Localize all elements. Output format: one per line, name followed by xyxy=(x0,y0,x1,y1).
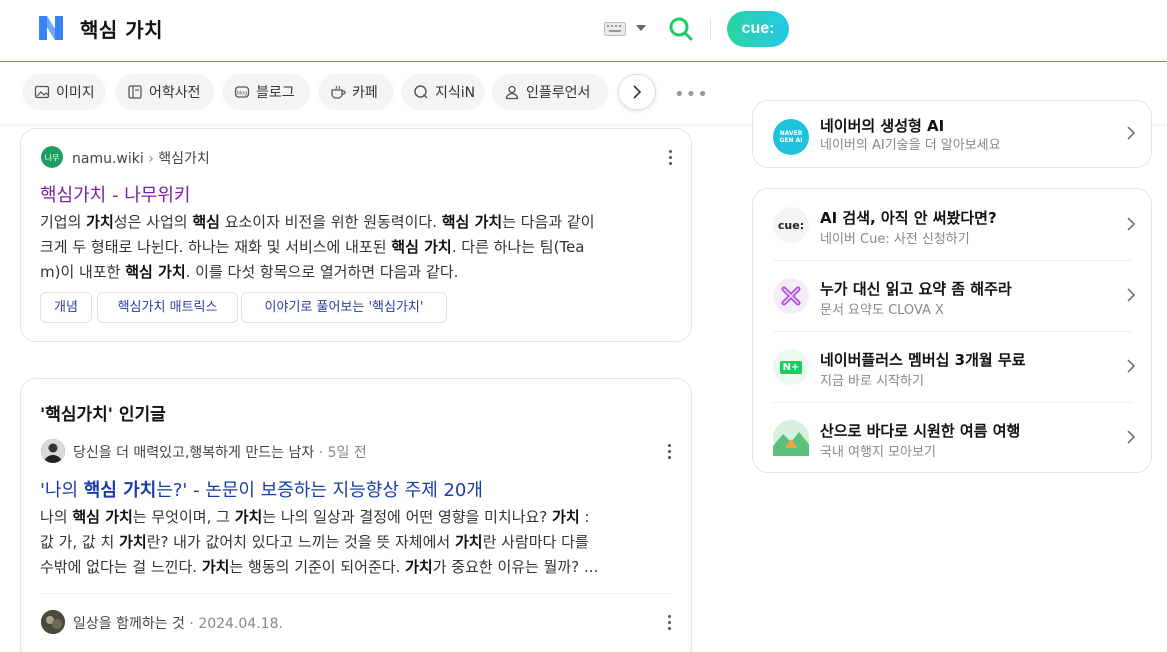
promo-card-list: cue: AI 검색, 아직 안 써봤다면? 네이버 Cue: 사전 신청하기 … xyxy=(752,188,1152,473)
tab-influencer[interactable]: 인플루언서 xyxy=(492,74,608,110)
tab-label: 지식iN xyxy=(435,85,476,101)
related-chip[interactable]: 개념 xyxy=(40,292,92,323)
avatar[interactable] xyxy=(41,439,65,463)
blog-icon: blog xyxy=(234,86,250,98)
post-time: 5일 전 xyxy=(327,445,367,461)
tabs-next-button[interactable] xyxy=(618,74,656,110)
camping-icon xyxy=(773,420,809,456)
post-meta: 당신을 더 매력있고,행복하게 만드는 남자 · 5일 전 xyxy=(73,445,367,461)
search-query[interactable]: 핵심 가치 xyxy=(80,14,163,43)
post-more-icon[interactable] xyxy=(668,615,672,631)
tab-label: 카페 xyxy=(352,85,378,101)
influencer-icon xyxy=(505,85,519,100)
title-suffix: - 나무위키 xyxy=(111,185,191,206)
tab-cafe[interactable]: 카페 xyxy=(318,74,394,110)
clova-x-icon xyxy=(773,278,809,314)
promo-item-genai[interactable]: NAVER GEN AI 네이버의 생성형 AI 네이버의 AI기술을 더 알아… xyxy=(753,101,1153,172)
kin-icon xyxy=(414,85,428,99)
chevron-right-icon xyxy=(1127,217,1136,231)
tab-image[interactable]: 이미지 xyxy=(22,74,106,110)
post-more-icon[interactable] xyxy=(668,444,672,460)
avatar[interactable] xyxy=(41,610,65,634)
author-avatar-icon xyxy=(41,610,65,634)
keyboard-icon[interactable] xyxy=(604,22,626,36)
post-meta: 일상을 함께하는 것 · 2024.04.18. xyxy=(73,616,283,632)
promo-item-cue[interactable]: cue: AI 검색, 아직 안 써봤다면? 네이버 Cue: 사전 신청하기 xyxy=(753,189,1153,260)
promo-item-clova[interactable]: 누가 대신 읽고 요약 좀 해주라 문서 요약도 CLOVA X xyxy=(753,260,1153,331)
source-breadcrumb: 핵심가치 xyxy=(158,151,210,167)
tab-dictionary[interactable]: 어학사전 xyxy=(115,74,214,110)
result-snippet: 기업의 가치성은 사업의 핵심 요소이자 비전을 위한 원동력이다. 핵심 가치… xyxy=(40,213,595,281)
svg-text:blog: blog xyxy=(237,91,248,97)
chevron-right-icon xyxy=(1127,126,1136,140)
post-title-link[interactable]: '나의 핵심 가치는?' - 논문이 보증하는 지능향상 주제 20개 xyxy=(40,476,483,502)
cafe-icon xyxy=(331,85,346,99)
promo-card-genai: NAVER GEN AI 네이버의 생성형 AI 네이버의 AI기술을 더 알아… xyxy=(752,100,1152,168)
post-author[interactable]: 일상을 함께하는 것 xyxy=(73,616,185,632)
naver-plus-icon: N+ xyxy=(773,349,809,385)
header-divider xyxy=(710,18,711,40)
more-tabs-icon[interactable]: ••• xyxy=(674,84,709,105)
cue-icon: cue: xyxy=(773,207,809,243)
result-source[interactable]: namu.wiki › 핵심가치 xyxy=(72,148,210,168)
title-main: 핵심가치 xyxy=(40,185,107,206)
tab-label: 블로그 xyxy=(256,85,295,101)
dictionary-icon xyxy=(128,85,142,99)
tab-label: 이미지 xyxy=(56,85,95,101)
promo-subtitle: 국내 여행지 모아보기 xyxy=(820,445,936,460)
chevron-right-icon xyxy=(1127,288,1136,302)
promo-subtitle: 문서 요약도 CLOVA X xyxy=(820,303,944,318)
promo-item-naver-plus[interactable]: N+ 네이버플러스 멤버십 3개월 무료 지금 바로 시작하기 xyxy=(753,331,1153,402)
post-divider xyxy=(40,593,672,594)
promo-subtitle: 지금 바로 시작하기 xyxy=(820,374,924,389)
image-icon xyxy=(34,85,50,99)
related-chip[interactable]: 이야기로 풀어보는 '핵심가치' xyxy=(241,292,447,323)
post-author[interactable]: 당신을 더 매력있고,행복하게 만드는 남자 xyxy=(73,445,314,461)
promo-title: 산으로 바다로 시원한 여름 여행 xyxy=(820,422,1021,440)
keyboard-dropdown-icon[interactable] xyxy=(636,25,646,31)
promo-item-travel[interactable]: 산으로 바다로 시원한 여름 여행 국내 여행지 모아보기 xyxy=(753,402,1153,473)
promo-title: 네이버의 생성형 AI xyxy=(820,117,945,135)
promo-title: 누가 대신 읽고 요약 좀 해주라 xyxy=(820,280,1012,298)
search-header: 핵심 가치 cue: xyxy=(0,0,1167,62)
naver-logo-icon[interactable] xyxy=(37,14,65,42)
tab-blog[interactable]: blog 블로그 xyxy=(222,74,310,110)
chevron-right-icon xyxy=(633,85,642,99)
promo-title: AI 검색, 아직 안 써봤다면? xyxy=(820,209,997,227)
post-time: 2024.04.18. xyxy=(198,616,283,632)
popular-section-title: '핵심가치' 인기글 xyxy=(40,405,166,425)
promo-subtitle: 네이버 Cue: 사전 신청하기 xyxy=(820,232,970,247)
related-chip[interactable]: 핵심가치 매트릭스 xyxy=(97,292,238,323)
tab-label: 어학사전 xyxy=(149,85,201,101)
chevron-right-icon xyxy=(1127,359,1136,373)
cue-button[interactable]: cue: xyxy=(727,11,789,47)
result-more-icon[interactable] xyxy=(669,150,673,166)
naver-genai-icon: NAVER GEN AI xyxy=(773,119,809,155)
post-snippet: 나의 핵심 가치는 무엇이며, 그 가치는 나의 일상과 결정에 어떤 영향을 … xyxy=(40,508,599,576)
promo-subtitle: 네이버의 AI기술을 더 알아보세요 xyxy=(820,138,1001,153)
tab-label: 인플루언서 xyxy=(526,85,591,101)
result-title-link[interactable]: 핵심가치 - 나무위키 xyxy=(40,181,190,207)
namuwiki-favicon-icon: 나무 xyxy=(41,146,63,168)
source-domain: namu.wiki xyxy=(72,151,144,167)
tab-kin[interactable]: 지식iN xyxy=(401,74,485,110)
chevron-right-icon xyxy=(1127,430,1136,444)
svg-text:나무: 나무 xyxy=(45,154,60,163)
search-icon[interactable] xyxy=(668,16,694,42)
promo-title: 네이버플러스 멤버십 3개월 무료 xyxy=(820,351,1026,369)
author-avatar-icon xyxy=(41,439,65,463)
